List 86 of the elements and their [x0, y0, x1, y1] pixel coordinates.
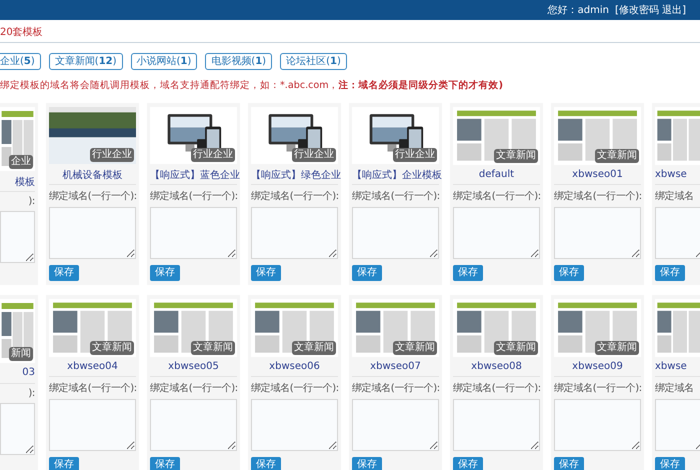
domain-label: 绑定域名(一行一个): [554, 190, 641, 203]
save-button[interactable]: 保存 [150, 265, 180, 281]
template-name[interactable]: 03 [0, 367, 35, 384]
save-button[interactable]: 保存 [49, 457, 79, 470]
category-badge: 行业企业 [90, 148, 134, 162]
domain-label: 绑定域名(一行一个): [453, 190, 540, 203]
category-badge: 文章新闻 [393, 341, 437, 356]
domain-label: 绑定域名(一行一个): [49, 190, 136, 203]
category-badge: 行业企业 [393, 148, 437, 162]
save-button[interactable]: 保存 [150, 457, 180, 470]
domain-field[interactable] [251, 399, 338, 451]
save-button[interactable]: 保存 [453, 457, 483, 470]
category-badge: 文章新闻 [494, 149, 538, 164]
save-button[interactable]: 保存 [352, 265, 382, 281]
category-badge: 新闻 [9, 347, 33, 361]
domain-label: ): [28, 196, 35, 207]
domain-label: 绑定域名 [655, 382, 695, 395]
domain-label: 绑定域名(一行一个): [352, 190, 439, 203]
category-filter[interactable]: 文章新闻(12) [48, 53, 123, 70]
category-badge: 文章新闻 [595, 149, 639, 164]
template-name[interactable]: 模板 [0, 175, 35, 192]
template-name[interactable]: xbwseo08 [453, 361, 540, 377]
category-badge: 行业企业 [191, 148, 235, 162]
save-button[interactable]: 保存 [251, 265, 281, 281]
save-button[interactable]: 保存 [655, 457, 685, 470]
domain-label: 绑定域名(一行一个): [352, 382, 439, 395]
domain-field[interactable] [150, 399, 237, 451]
domain-label: ): [28, 388, 35, 399]
domain-label: 绑定域名(一行一个): [49, 382, 136, 395]
domain-label: 绑定域名(一行一个): [251, 382, 338, 395]
domain-field[interactable] [554, 399, 641, 451]
domain-field[interactable] [49, 207, 136, 259]
template-name[interactable]: xbwseo07 [352, 361, 439, 377]
category-badge: 行业企业 [292, 148, 336, 162]
domain-label: 绑定域名(一行一个): [150, 190, 237, 203]
domain-label: 绑定域名(一行一个): [554, 382, 641, 395]
domain-field[interactable] [150, 207, 237, 259]
template-name[interactable]: xbwse [655, 361, 700, 377]
category-filter[interactable]: 电影视频(1) [205, 53, 272, 70]
domain-label: 绑定域名 [655, 190, 695, 203]
template-name[interactable]: xbwseo01 [554, 169, 641, 185]
save-button[interactable]: 保存 [251, 457, 281, 470]
template-name[interactable]: xbwseo06 [251, 361, 338, 377]
domain-field[interactable] [655, 207, 700, 259]
template-count: 20套模板 [0, 26, 44, 39]
category-badge: 企业 [9, 155, 33, 169]
category-filter[interactable]: 企业(5) [0, 53, 41, 70]
template-name[interactable]: default [453, 169, 540, 185]
category-filter[interactable]: 论坛社区(1) [280, 53, 347, 70]
user-greeting: 您好：admin [548, 4, 610, 17]
website-preview-drawing [657, 110, 700, 161]
domain-field[interactable] [352, 399, 439, 451]
category-badge: 文章新闻 [90, 341, 134, 356]
template-name[interactable]: 【响应式】企业模板 [352, 168, 439, 185]
save-button[interactable]: 保存 [49, 265, 79, 281]
website-preview-drawing [2, 303, 34, 358]
template-name[interactable]: xbwse [655, 169, 700, 185]
notice-text: 绑定模板的域名将会随机调用模板，域名支持通配符绑定，如：*.abc.com，注：域名必须是同级分类下的才有效) [0, 78, 504, 93]
domain-field[interactable] [251, 207, 338, 259]
domain-field[interactable] [453, 207, 540, 259]
save-button[interactable]: 保存 [554, 265, 584, 281]
save-button[interactable]: 保存 [655, 265, 685, 281]
category-filter[interactable]: 小说网站(1) [130, 53, 198, 70]
domain-label: 绑定域名(一行一个): [453, 382, 540, 395]
domain-field[interactable] [0, 211, 35, 263]
category-badge: 文章新闻 [494, 341, 538, 356]
template-name[interactable]: xbwseo05 [150, 361, 237, 377]
category-badge: 文章新闻 [595, 341, 639, 356]
template-name[interactable]: xbwseo09 [554, 361, 641, 377]
domain-field[interactable] [0, 403, 35, 455]
domain-label: 绑定域名(一行一个): [150, 382, 237, 395]
website-preview-drawing [657, 302, 700, 353]
domain-field[interactable] [49, 399, 136, 451]
save-button[interactable]: 保存 [554, 457, 584, 470]
save-button[interactable]: 保存 [352, 457, 382, 470]
account-links[interactable]: [修改密码 退出] [615, 3, 686, 17]
domain-field[interactable] [655, 399, 700, 451]
category-badge: 文章新闻 [191, 341, 235, 356]
domain-label: 绑定域名(一行一个): [251, 190, 338, 203]
template-name[interactable]: 机械设备模板 [49, 168, 136, 185]
template-name[interactable]: xbwseo04 [49, 361, 136, 377]
domain-field[interactable] [554, 207, 641, 259]
domain-field[interactable] [352, 207, 439, 259]
domain-field[interactable] [453, 399, 540, 451]
save-button[interactable]: 保存 [453, 265, 483, 281]
category-badge: 文章新闻 [292, 341, 336, 356]
